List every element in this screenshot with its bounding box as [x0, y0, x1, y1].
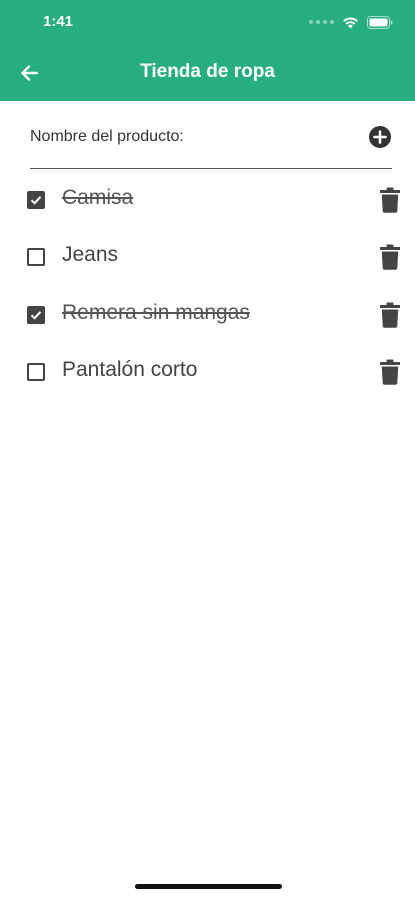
check-icon — [30, 196, 42, 205]
plus-circle-icon — [369, 126, 391, 148]
list-item: Pantalón corto — [0, 344, 415, 400]
check-icon — [30, 311, 42, 320]
signal-icon — [309, 20, 334, 24]
delete-item-button[interactable] — [379, 244, 401, 270]
battery-icon — [367, 15, 393, 29]
delete-item-button[interactable] — [379, 302, 401, 328]
status-icons — [309, 14, 393, 30]
home-indicator[interactable] — [135, 884, 282, 889]
add-product-button[interactable] — [368, 125, 392, 149]
item-checkbox[interactable] — [27, 363, 45, 381]
product-name-field[interactable]: Nombre del producto: — [30, 118, 392, 169]
list-item: Jeans — [0, 229, 415, 285]
header: 1:41 Tienda de ropa — [0, 0, 415, 101]
item-label: Remera sin mangas — [62, 301, 250, 324]
product-name-label: Nombre del producto: — [30, 128, 184, 145]
status-bar: 1:41 — [0, 0, 415, 44]
page-title: Tienda de ropa — [140, 61, 275, 82]
app-bar: Tienda de ropa — [0, 48, 415, 98]
item-label: Jeans — [62, 243, 119, 266]
wifi-icon — [343, 16, 358, 28]
status-time: 1:41 — [43, 13, 74, 30]
list-item: Remera sin mangas — [0, 287, 415, 343]
trash-icon — [380, 187, 400, 213]
delete-item-button[interactable] — [379, 359, 401, 385]
item-label: Pantalón corto — [62, 358, 198, 381]
trash-icon — [380, 359, 400, 385]
item-checkbox[interactable] — [27, 306, 45, 324]
trash-icon — [380, 302, 400, 328]
delete-item-button[interactable] — [379, 187, 401, 213]
item-checkbox[interactable] — [27, 248, 45, 266]
item-checkbox[interactable] — [27, 191, 45, 209]
trash-icon — [380, 244, 400, 270]
list-item: Camisa — [0, 172, 415, 228]
item-label: Camisa — [62, 186, 134, 209]
